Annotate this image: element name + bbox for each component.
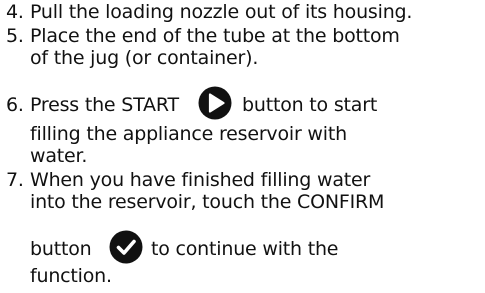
step-text: filling the appliance reservoir with bbox=[30, 123, 347, 145]
play-icon bbox=[198, 86, 232, 120]
step-text: button to start bbox=[242, 94, 378, 116]
step-number: 5. bbox=[6, 25, 24, 47]
step-number: 7. bbox=[6, 169, 24, 191]
step-text: When you have finished filling water bbox=[30, 169, 371, 191]
step-text: Press the START bbox=[30, 94, 179, 116]
step-number: 6. bbox=[6, 94, 24, 116]
step-number: 4. bbox=[6, 1, 24, 23]
step-text: function. bbox=[30, 265, 112, 287]
step-text: of the jug (or container). bbox=[30, 47, 259, 69]
step-text: Place the end of the tube at the bottom bbox=[30, 25, 400, 47]
step-text: Pull the loading nozzle out of its housi… bbox=[30, 1, 413, 23]
checkmark-icon bbox=[109, 230, 143, 264]
step-text: button bbox=[30, 238, 92, 260]
step-text: into the reservoir, touch the CONFIRM bbox=[30, 191, 385, 213]
step-text: water. bbox=[30, 145, 88, 167]
step-text: to continue with the bbox=[151, 238, 339, 260]
